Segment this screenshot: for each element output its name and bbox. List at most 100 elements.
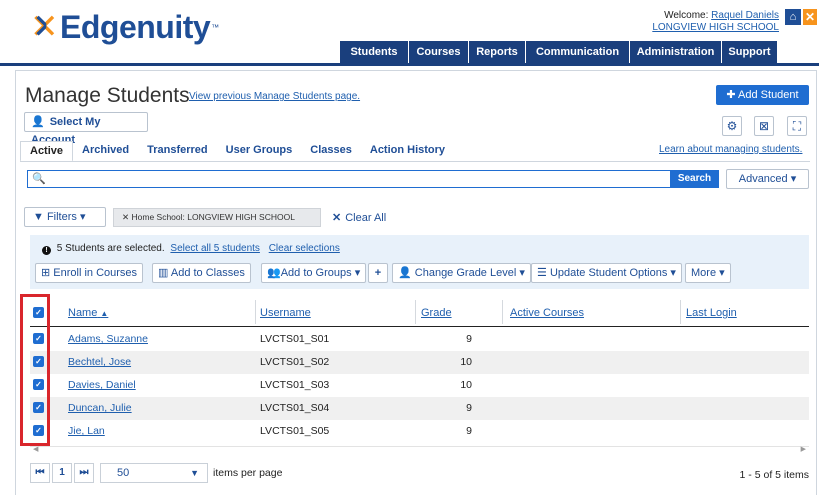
- column-separator: [680, 300, 681, 324]
- student-name-link[interactable]: Davies, Daniel: [68, 379, 136, 391]
- column-username[interactable]: Username: [260, 307, 311, 319]
- add-new-group-icon[interactable]: +: [368, 263, 388, 283]
- filter-chip-home-school[interactable]: ✕ Home School: LONGVIEW HIGH SCHOOL: [113, 208, 321, 227]
- tab-user-groups[interactable]: User Groups: [217, 141, 302, 161]
- student-username: LVCTS01_S04: [260, 402, 330, 414]
- scroll-left-icon[interactable]: ◀: [33, 445, 38, 453]
- tab-active[interactable]: Active: [20, 141, 74, 162]
- table-row[interactable]: ✓ Bechtel, Jose LVCTS01_S02 10: [30, 351, 809, 374]
- more-label: More: [691, 267, 717, 279]
- tab-archived[interactable]: Archived: [73, 141, 138, 161]
- fullscreen-icon[interactable]: ⛶: [787, 116, 807, 136]
- table-row[interactable]: ✓ Duncan, Julie LVCTS01_S04 9: [30, 397, 809, 420]
- student-grade: 9: [466, 333, 472, 345]
- add-to-groups-label: Add to Groups: [280, 267, 352, 279]
- clear-all-filters-button[interactable]: ✕ Clear All: [332, 211, 386, 224]
- nav-students[interactable]: Students: [339, 41, 408, 63]
- change-grade-level-button[interactable]: 👤 Change Grade Level ▾: [392, 263, 531, 283]
- column-name[interactable]: Name ▲: [68, 307, 108, 319]
- student-name-link[interactable]: Adams, Suzanne: [68, 333, 148, 345]
- horizontal-scrollbar[interactable]: ◀ ▶: [30, 446, 809, 455]
- table-header: ✓ Name ▲ Username Grade Active Courses L…: [30, 297, 809, 327]
- student-grade: 10: [460, 356, 472, 368]
- student-username: LVCTS01_S02: [260, 356, 330, 368]
- select-all-link[interactable]: Select all 5 students: [170, 243, 260, 254]
- student-grade: 9: [466, 425, 472, 437]
- column-grade[interactable]: Grade: [421, 307, 452, 319]
- column-separator: [415, 300, 416, 324]
- edgenuity-logo[interactable]: ✕ ✕ Edgenuity ™: [30, 10, 219, 44]
- logo-trademark: ™: [211, 22, 220, 32]
- pager: ⏮ 1 ⏭ 50 ▼ items per page 1 - 5 of 5 item…: [30, 462, 809, 486]
- page-title: Manage Students: [25, 84, 190, 107]
- advanced-search-button[interactable]: Advanced ▾: [726, 169, 809, 189]
- add-to-classes-button[interactable]: ▥ Add to Classes: [152, 263, 251, 283]
- table-row[interactable]: ✓ Adams, Suzanne LVCTS01_S01 9: [30, 328, 809, 351]
- items-per-page-select[interactable]: 50 ▼: [100, 463, 208, 483]
- filter-chip-label: Home School: LONGVIEW HIGH SCHOOL: [131, 212, 295, 222]
- more-actions-button[interactable]: More ▾: [685, 263, 731, 283]
- student-username: LVCTS01_S05: [260, 425, 330, 437]
- welcome-area: Welcome: Raquel Daniels LONGVIEW HIGH SC…: [652, 10, 779, 34]
- add-to-classes-label: Add to Classes: [170, 267, 245, 279]
- nav-courses[interactable]: Courses: [408, 41, 468, 63]
- tab-transferred[interactable]: Transferred: [138, 141, 217, 161]
- tab-classes[interactable]: Classes: [301, 141, 361, 161]
- scroll-right-icon[interactable]: ▶: [801, 445, 806, 453]
- tab-action-history[interactable]: Action History: [361, 141, 454, 161]
- chevron-down-icon: ▾: [719, 267, 725, 279]
- nav-support[interactable]: Support: [721, 41, 777, 63]
- home-icon[interactable]: ⌂: [785, 9, 801, 25]
- remove-filter-icon[interactable]: ✕: [122, 212, 129, 222]
- search-icon: 🔍: [32, 173, 46, 185]
- column-active-courses[interactable]: Active Courses: [510, 307, 584, 319]
- previous-page-link[interactable]: View previous Manage Students page.: [189, 91, 360, 102]
- items-per-page-label: items per page: [213, 467, 283, 479]
- nav-communication[interactable]: Communication: [525, 41, 629, 63]
- search-input[interactable]: 🔍: [27, 170, 670, 188]
- gear-icon[interactable]: ⚙: [722, 116, 742, 136]
- student-name-link[interactable]: Duncan, Julie: [68, 402, 132, 414]
- export-excel-icon[interactable]: ⊠: [754, 116, 774, 136]
- enroll-in-courses-button[interactable]: ⊞ Enroll in Courses: [35, 263, 144, 283]
- chevron-down-icon: ▼: [190, 468, 199, 478]
- enroll-icon: ⊞: [41, 267, 51, 279]
- student-name-link[interactable]: Jie, Lan: [68, 425, 105, 437]
- welcome-label: Welcome:: [664, 10, 709, 21]
- filters-button[interactable]: ▼ Filters ▾: [24, 207, 106, 227]
- classes-icon: ▥: [158, 267, 169, 279]
- logout-icon[interactable]: ✕: [803, 9, 817, 25]
- chevron-down-icon: ▾: [670, 267, 676, 279]
- update-student-options-button[interactable]: ☰ Update Student Options ▾: [531, 263, 682, 283]
- clear-selections-link[interactable]: Clear selections: [269, 243, 340, 254]
- learn-more-link[interactable]: Learn about managing students.: [659, 144, 802, 155]
- last-page-icon[interactable]: ⏭: [74, 463, 94, 483]
- advanced-label: Advanced: [738, 173, 788, 185]
- add-student-button[interactable]: ✚ Add Student: [716, 85, 809, 105]
- logo-text: Edgenuity: [60, 9, 211, 45]
- page-number-button[interactable]: 1: [52, 463, 72, 483]
- table-row[interactable]: ✓ Jie, Lan LVCTS01_S05 9: [30, 420, 809, 443]
- nav-reports[interactable]: Reports: [468, 41, 525, 63]
- student-name-link[interactable]: Bechtel, Jose: [68, 356, 131, 368]
- plus-icon: ✚: [726, 89, 736, 101]
- first-page-icon[interactable]: ⏮: [30, 463, 50, 483]
- add-to-groups-button[interactable]: 👥Add to Groups ▾: [261, 263, 367, 283]
- school-name-link[interactable]: LONGVIEW HIGH SCHOOL: [652, 22, 779, 34]
- filter-icon: ▼: [33, 211, 44, 223]
- enroll-label: Enroll in Courses: [53, 267, 138, 279]
- filters-label: Filters: [46, 211, 77, 223]
- nav-administration[interactable]: Administration: [629, 41, 721, 63]
- selection-count: 5 Students are selected.: [56, 243, 165, 254]
- chevron-down-icon: ▾: [519, 267, 525, 279]
- column-separator: [502, 300, 503, 324]
- update-options-label: Update Student Options: [549, 267, 668, 279]
- sort-asc-icon: ▲: [100, 309, 109, 318]
- table-row[interactable]: ✓ Davies, Daniel LVCTS01_S03 10: [30, 374, 809, 397]
- student-username: LVCTS01_S03: [260, 379, 330, 391]
- search-button[interactable]: Search: [670, 170, 719, 188]
- select-my-account-button[interactable]: 👤 Select My Account: [24, 112, 148, 146]
- chevron-down-icon: ▾: [790, 173, 797, 185]
- user-name-link[interactable]: Raquel Daniels: [711, 10, 779, 21]
- column-last-login[interactable]: Last Login: [686, 307, 737, 319]
